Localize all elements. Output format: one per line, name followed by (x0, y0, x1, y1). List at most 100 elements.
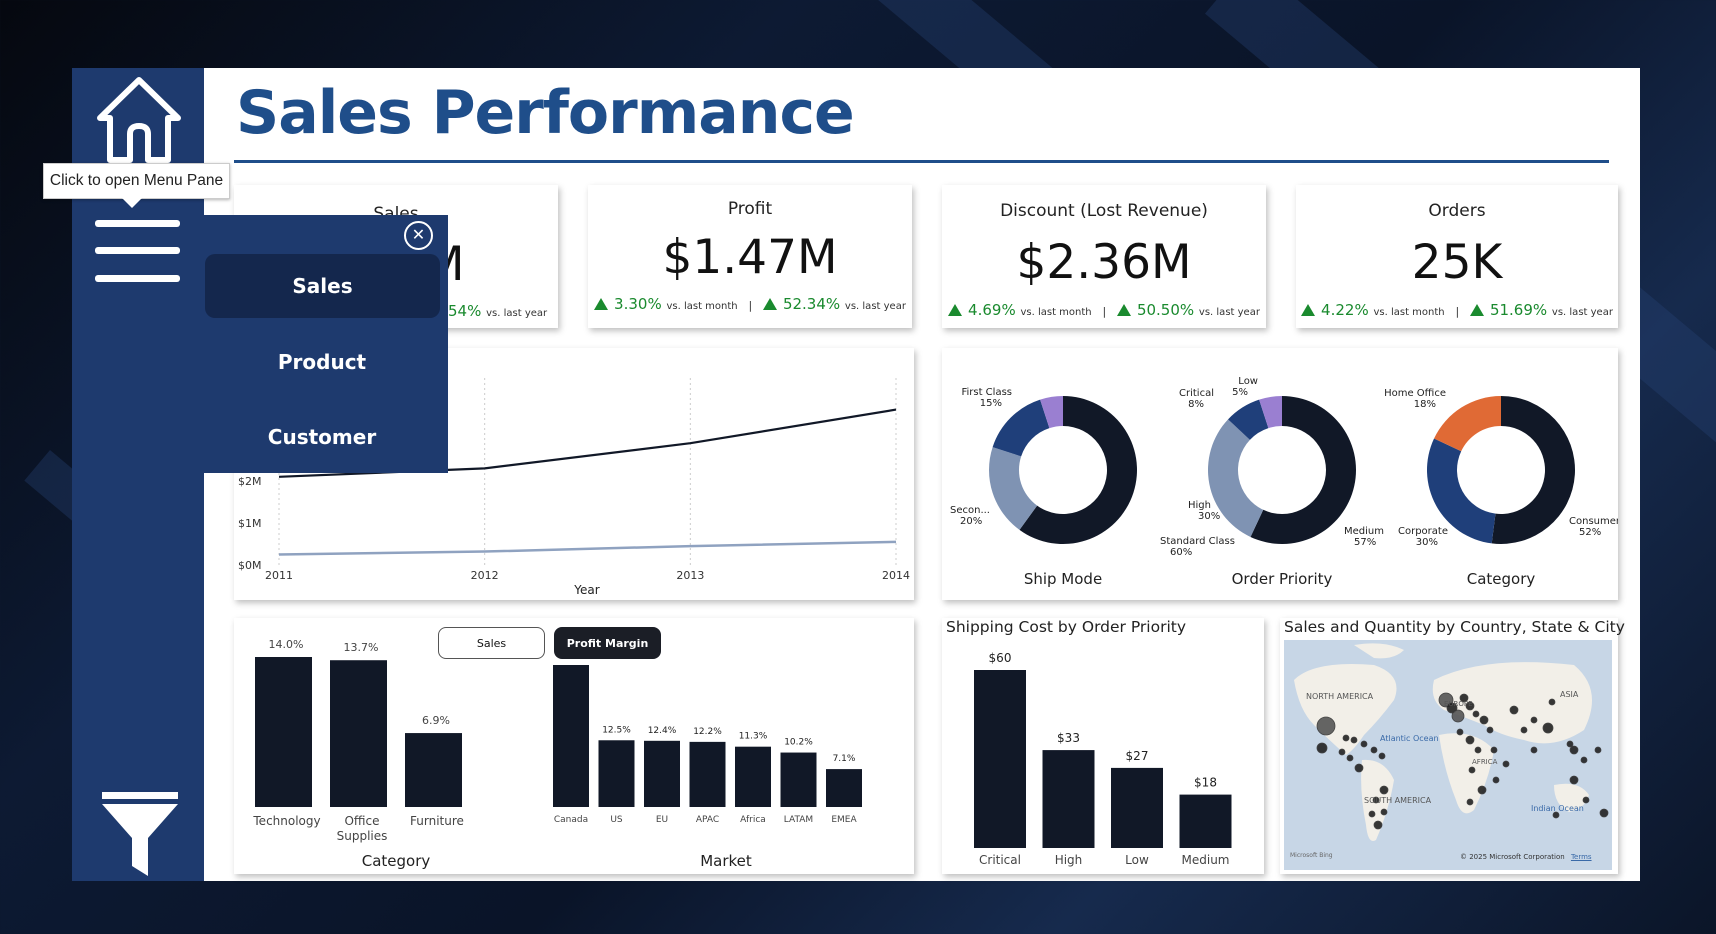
map-copyright: © 2025 Microsoft Corporation (1460, 853, 1565, 861)
slice-label: Home Office (1384, 388, 1446, 399)
title-underline (234, 160, 1609, 163)
x-axis-label: Market (700, 852, 752, 870)
x-axis-label: Year (573, 583, 599, 597)
filter-icon[interactable] (100, 792, 180, 876)
kpi-month-label: vs. last month (666, 301, 738, 312)
profit-margin-card: 14.0% Technology 13.7% Office Supplies 6.9% Fu… (234, 618, 914, 874)
kpi-year-delta: 52.34% (782, 295, 841, 313)
x-tick-label: EMEA (831, 815, 857, 825)
bar-value-label: 12.5% (602, 725, 631, 735)
x-tick-label: Furniture (410, 814, 464, 828)
map-title: Sales and Quantity by Country, State & C… (1284, 618, 1625, 636)
map-bubble (1502, 760, 1510, 768)
kpi-delta: 3.30% vs. last month | 52.34% vs. last y… (588, 295, 912, 313)
donut-card: Standard Class 60% Secon... 20% First Class 1… (942, 348, 1618, 600)
kpi-delta: 4.69% vs. last month | 50.50% vs. last y… (942, 301, 1266, 319)
y-tick-label: $1M (238, 517, 262, 530)
map-bubble (1378, 752, 1386, 760)
bar-value-label: $27 (1126, 749, 1149, 763)
x-tick-label: EU (656, 815, 668, 825)
map-bubble (1316, 742, 1328, 754)
bar-value-label: 13.7% (344, 641, 379, 654)
kpi-year-delta: 50.50% (1136, 301, 1195, 319)
up-arrow-icon (594, 298, 609, 310)
map-bubble (1370, 746, 1378, 754)
map-bubble (1530, 746, 1538, 754)
x-tick-label: LATAM (784, 815, 813, 825)
map-bubble (1466, 798, 1474, 806)
toggle-sales-button[interactable]: Sales (438, 627, 545, 659)
map-label-atlantic: Atlantic Ocean (1380, 734, 1439, 743)
menu-pane: ✕ Sales Product Customer (204, 215, 448, 473)
slice-pct: 20% (960, 516, 982, 527)
map-label-indian: Indian Ocean (1531, 804, 1584, 813)
map-bubble (1346, 754, 1354, 762)
bing-logo: Microsoft Bing (1290, 852, 1333, 859)
home-icon[interactable] (94, 74, 184, 166)
menu-item-product[interactable]: Product (204, 330, 440, 394)
map-bubble (1477, 785, 1487, 795)
kpi-year-delta: 51.69% (1489, 301, 1548, 319)
series-line (278, 540, 897, 556)
map-bubble (1520, 726, 1528, 734)
map-bubble (1479, 715, 1489, 725)
donut-title: Category (1467, 570, 1536, 588)
slice-pct: 15% (980, 398, 1002, 409)
market-bar (735, 746, 771, 807)
sales-map[interactable]: NORTH AMERICA ASIA EUROPE AFRICA SOUTH A… (1284, 640, 1612, 870)
slice-pct: 52% (1579, 527, 1601, 538)
kpi-month-delta: 3.30% (614, 295, 662, 313)
map-bubble (1380, 808, 1388, 816)
slice-pct: 18% (1414, 399, 1436, 410)
x-tick-label: Low (1125, 853, 1149, 867)
map-bubble (1368, 810, 1376, 818)
x-tick-label: 2014 (882, 569, 910, 582)
map-bubble (1379, 785, 1389, 795)
y-tick-label: $2M (238, 475, 262, 488)
close-menu-button[interactable]: ✕ (404, 221, 433, 250)
donut-charts: Standard Class60%Secon...20%First Class1… (950, 376, 1618, 588)
kpi-separator: | (748, 299, 753, 312)
shipping-cost-card: Shipping Cost by Order Priority $60 Criti… (942, 618, 1264, 874)
map-bubble (1569, 745, 1579, 755)
bar-value-label: 11.3% (739, 732, 768, 742)
up-arrow-icon (948, 304, 963, 316)
market-bar (553, 665, 589, 807)
kpi-month-delta: 4.22% (1321, 301, 1369, 319)
page-title: Sales Performance (236, 78, 855, 148)
kpi-year-label: vs. last year (486, 308, 548, 319)
kpi-value: 25K (1411, 235, 1503, 290)
market-bar (689, 741, 726, 807)
x-tick-label: Supplies (337, 829, 388, 843)
map-bubble (1465, 735, 1475, 745)
category-bar (405, 733, 462, 807)
slice-pct: 60% (1170, 547, 1192, 558)
y-tick-label: $0M (238, 559, 262, 572)
up-arrow-icon (1116, 304, 1131, 316)
menu-item-customer[interactable]: Customer (204, 405, 440, 469)
kpi-separator: | (1102, 305, 1107, 318)
bar-value-label: 10.2% (784, 738, 813, 748)
map-bubble (1472, 710, 1480, 718)
map-bubble (1548, 698, 1556, 706)
hamburger-icon[interactable] (95, 220, 180, 282)
kpi-title: Orders (1428, 201, 1486, 221)
kpi-month-delta: 4.69% (968, 301, 1016, 319)
bar-value-label: 14.0% (269, 638, 304, 651)
kpi-card-discount: Discount (Lost Revenue) $2.36M 4.69% vs.… (942, 185, 1266, 328)
menu-item-sales[interactable]: Sales (205, 254, 440, 318)
x-tick-label: US (610, 815, 623, 825)
slice-label: Secon... (950, 505, 990, 516)
map-terms-link[interactable]: Terms (1571, 853, 1592, 861)
x-tick-label: High (1055, 853, 1083, 867)
bar-value-label: $60 (989, 651, 1012, 665)
x-tick-label: Critical (979, 853, 1021, 867)
toggle-profit-margin-button[interactable]: Profit Margin (554, 627, 661, 659)
bar-value-label: 12.2% (693, 727, 722, 737)
bar-value-label: 12.4% (648, 726, 677, 736)
shipping-bar (1111, 767, 1163, 848)
slice-pct: 30% (1198, 511, 1220, 522)
donut-slice (1491, 396, 1575, 544)
kpi-value: $2.36M (1016, 235, 1192, 290)
x-tick-label: 2013 (676, 569, 704, 582)
